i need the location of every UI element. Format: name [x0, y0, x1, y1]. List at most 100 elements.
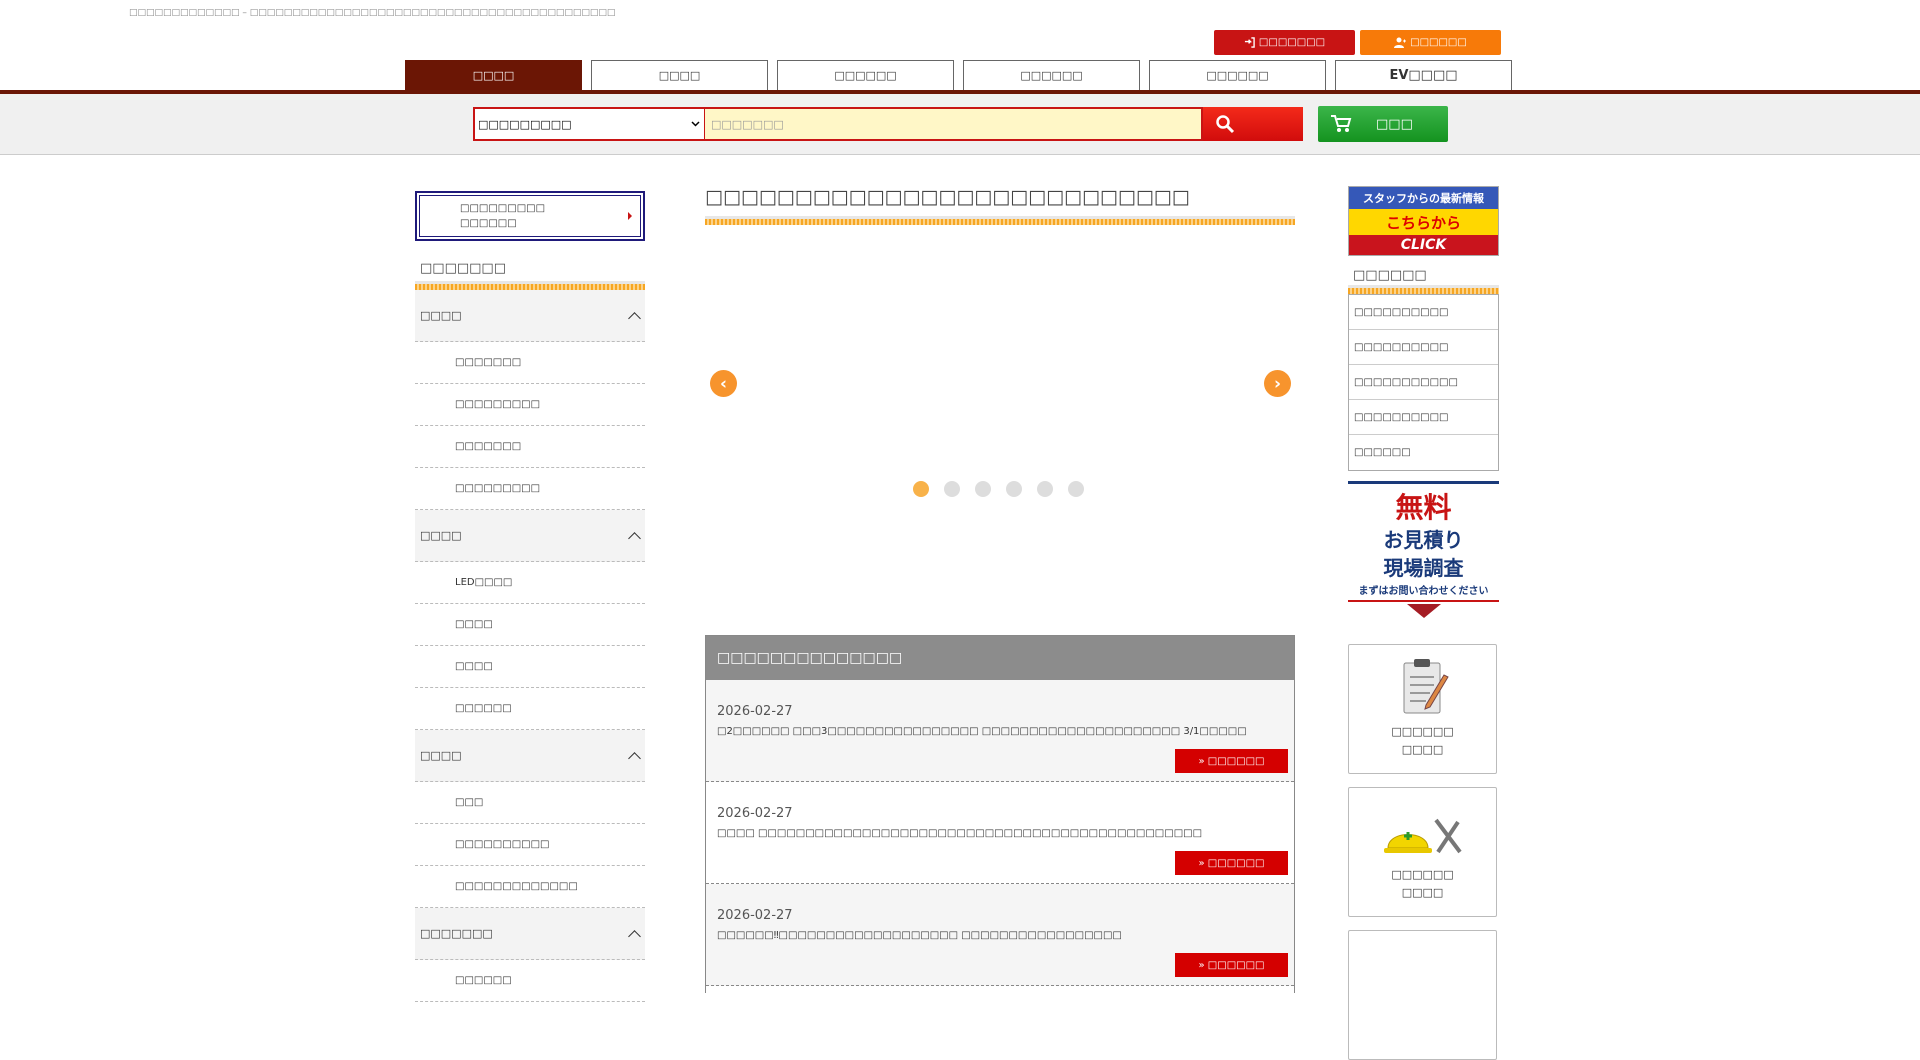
cart-button[interactable]: □□□	[1318, 106, 1448, 142]
subcategory-link[interactable]: □□□□□□□	[415, 426, 645, 468]
news-text: □□□□□□‼□□□□□□□□□□□□□□□□□□□ □□□□□□□□□□□□□…	[717, 930, 1122, 941]
subcategory-link[interactable]: □□□□□□□	[415, 342, 645, 384]
login-label: □□□□□□□	[1258, 37, 1326, 48]
contact-line-1: □□□□□□□□□	[460, 203, 546, 214]
search-input[interactable]: □□□□□□□	[705, 109, 1201, 139]
category-header[interactable]: □□□□	[415, 510, 645, 562]
account-buttons: □□□□□□□ □□□□□□	[1214, 30, 1501, 55]
news-title: □□□□□□□□□□□□□□	[706, 636, 1294, 680]
helmet-tools-icon	[1383, 818, 1462, 854]
news-more-button[interactable]: » □□□□□□	[1175, 749, 1288, 773]
news-more-label: □□□□□□	[1207, 755, 1265, 767]
chevron-left-icon: ‹	[719, 373, 727, 394]
contact-line-2: □□□□□□	[460, 218, 517, 229]
left-sidebar: □□□□□□□□□ □□□□□□ □□□□□□□ □□□□ □□□□□□□ □□…	[415, 191, 645, 1002]
nav-tab-1[interactable]: □□□□	[405, 60, 582, 90]
category-header[interactable]: □□□□□□□	[415, 908, 645, 960]
nav-tab-ev[interactable]: EV□□□□	[1335, 60, 1512, 90]
register-button[interactable]: □□□□□□	[1360, 30, 1501, 55]
nav-tab-5[interactable]: □□□□□□	[1149, 60, 1326, 90]
sidebar-link[interactable]: □□□□□□□□□□□	[1349, 365, 1498, 400]
slider-dot[interactable]	[1037, 481, 1053, 497]
news-item: 2026-02-27 □□□□ □□□□□□□□□□□□□□□□□□□□□□□□…	[706, 782, 1294, 884]
slider-prev-button[interactable]: ‹	[710, 370, 737, 397]
category-header[interactable]: □□□□	[415, 730, 645, 782]
free-estimate-banner[interactable]: 無料 お見積り 現場調査 まずはお問い合わせください	[1348, 481, 1499, 631]
slider-dot[interactable]	[1006, 481, 1022, 497]
news-more-label: □□□□□□	[1207, 959, 1265, 971]
contact-link[interactable]: □□□□□□□□□ □□□□□□	[415, 191, 645, 241]
subcategory-link[interactable]: □□□□	[415, 604, 645, 646]
login-button[interactable]: □□□□□□□	[1214, 30, 1355, 55]
cart-label: □□□	[1376, 116, 1413, 132]
search-icon	[1216, 115, 1235, 134]
news-text: □2□□□□□□ □□□3□□□□□□□□□□□□□□□□ □□□□□□□□□□…	[717, 726, 1247, 737]
news-panel: □□□□□□□□□□□□□□ 2026-02-27 □2□□□□□□ □□□3□…	[705, 635, 1295, 993]
news-more-button[interactable]: » □□□□□□	[1175, 953, 1288, 977]
info-card[interactable]	[1348, 930, 1497, 1060]
subcategory-link[interactable]: □□□□□□□□□	[415, 384, 645, 426]
contact-inner: □□□□□□□□□ □□□□□□	[419, 195, 641, 237]
slider-dot[interactable]	[1068, 481, 1084, 497]
sidebar-link[interactable]: □□□□□□□□□□	[1349, 295, 1498, 330]
news-date: 2026-02-27	[717, 704, 793, 719]
chevron-up-icon	[628, 930, 641, 943]
slider-dot[interactable]	[975, 481, 991, 497]
subcategory-link[interactable]: □□□	[415, 782, 645, 824]
news-date: 2026-02-27	[717, 806, 793, 821]
slider-dot[interactable]	[913, 481, 929, 497]
subcategory-link[interactable]: □□□□□□□□□□□□□	[415, 866, 645, 908]
category-label: □□□□	[420, 309, 462, 322]
chevron-up-icon	[628, 312, 641, 325]
free-banner-line-2: 現場調査	[1383, 556, 1464, 580]
category-label: □□□□□□□	[420, 927, 493, 940]
subcategory-link[interactable]: □□□□□□□□□	[415, 468, 645, 510]
subcategory-link[interactable]: □□□□□□	[415, 688, 645, 730]
news-item: 2026-02-27 □2□□□□□□ □□□3□□□□□□□□□□□□□□□□…	[706, 680, 1294, 782]
subcategory-link[interactable]: □□□□□□	[415, 960, 645, 1002]
slider-dot[interactable]	[944, 481, 960, 497]
nav-tab-2[interactable]: □□□□	[591, 60, 768, 90]
subcategory-link[interactable]: LED□□□□	[415, 562, 645, 604]
search-bar: □□□□□□□□□ □□□□□□□ □□□	[0, 94, 1920, 155]
category-header[interactable]: □□□□	[415, 290, 645, 342]
construction-card[interactable]: □□□□□□ □□□□	[1348, 787, 1497, 917]
category-select[interactable]: □□□□□□□□□	[475, 109, 705, 139]
slider-dots	[913, 481, 1084, 497]
category-label: □□□□	[420, 529, 462, 542]
nav-tab-4[interactable]: □□□□□□	[963, 60, 1140, 90]
sidebar-link[interactable]: □□□□□□□□□□	[1349, 400, 1498, 435]
title-divider	[705, 216, 1295, 225]
right-sidebar: スタッフからの最新情報 こちらから CLICK □□□□□□ □□□□□□□□□…	[1348, 186, 1499, 1060]
sidebar-link[interactable]: □□□□□□□□□□	[1349, 330, 1498, 365]
construction-card-line-2: □□□□	[1401, 886, 1444, 899]
chevron-down-icon	[691, 121, 700, 127]
category-select-value: □□□□□□□□□	[478, 117, 572, 131]
news-item: 2026-02-27 □□□□□□‼□□□□□□□□□□□□□□□□□□□ □□…	[706, 884, 1294, 986]
construction-card-line-1: □□□□□□	[1391, 868, 1454, 881]
main-content: □□□□□□□□□□□□□□□□□□□□□□□□□□□ ‹ ›	[705, 186, 1295, 625]
news-more-button[interactable]: » □□□□□□	[1175, 851, 1288, 875]
sidebar-link[interactable]: □□□□□□	[1349, 435, 1498, 470]
news-more-label: □□□□□□	[1207, 857, 1265, 869]
double-chevron-right-icon: »	[1198, 755, 1208, 767]
news-text: □□□□ □□□□□□□□□□□□□□□□□□□□□□□□□□□□□□□□□□□…	[717, 828, 1203, 839]
news-date: 2026-02-27	[717, 908, 793, 923]
staff-news-banner[interactable]: スタッフからの最新情報 こちらから CLICK	[1348, 186, 1499, 256]
double-chevron-right-icon: »	[1198, 857, 1208, 869]
estimate-card[interactable]: □□□□□□ □□□□	[1348, 644, 1497, 774]
nav-tab-3[interactable]: □□□□□□	[777, 60, 954, 90]
links-list: □□□□□□□□□□ □□□□□□□□□□ □□□□□□□□□□□ □□□□□□…	[1348, 294, 1499, 471]
subcategory-link[interactable]: □□□□	[415, 646, 645, 688]
staff-banner-click: CLICK	[1349, 235, 1498, 255]
subcategory-link[interactable]: □□□□□□□□□□	[415, 824, 645, 866]
register-label: □□□□□□	[1410, 37, 1467, 48]
section-divider	[415, 281, 645, 290]
slider-next-button[interactable]: ›	[1264, 370, 1291, 397]
free-banner-line-1: お見積り	[1383, 528, 1464, 552]
search-button[interactable]	[1203, 107, 1303, 141]
double-chevron-right-icon: »	[1198, 959, 1208, 971]
links-title: □□□□□□	[1353, 268, 1427, 283]
main-nav: □□□□ □□□□ □□□□□□ □□□□□□ □□□□□□ EV□□□□	[405, 60, 1512, 90]
category-section-title: □□□□□□□	[420, 261, 506, 276]
